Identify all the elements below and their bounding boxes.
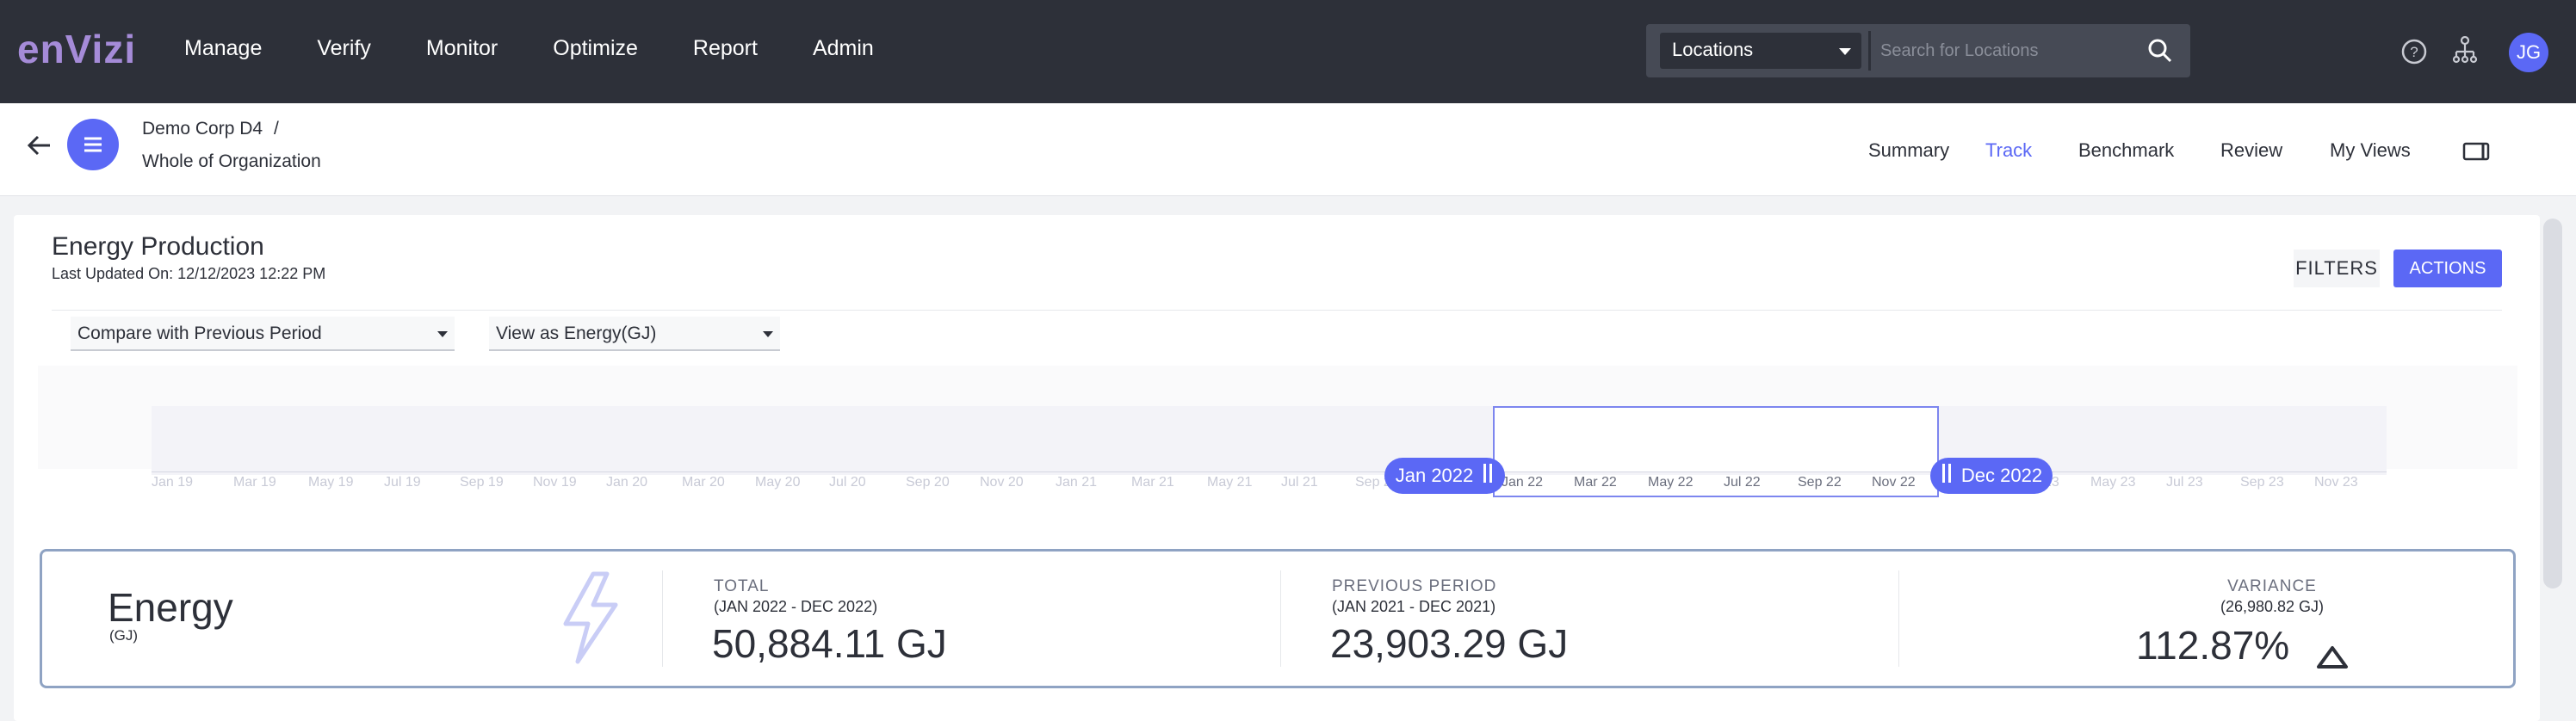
search-icon[interactable] — [2147, 38, 2173, 64]
caret-down-icon — [437, 331, 448, 337]
caret-down-icon — [763, 331, 773, 337]
filters-button[interactable]: FILTERS — [2294, 250, 2380, 287]
metric-unit: (GJ) — [109, 627, 139, 644]
variance-absolute: (26,980.82 GJ) — [2220, 598, 2325, 615]
column-divider — [1898, 570, 1899, 667]
timeline-tick-label: May 20 — [755, 475, 801, 490]
grip-icon — [1941, 464, 1953, 488]
compare-period-value: Compare with Previous Period — [77, 324, 322, 343]
search-input[interactable] — [1880, 36, 2139, 65]
timeline-tick-label: Nov 23 — [2314, 475, 2358, 490]
tab-summary[interactable]: Summary — [1868, 139, 1949, 162]
location-search-bar: Locations — [1646, 24, 2190, 77]
side-panel-icon[interactable] — [2462, 141, 2490, 162]
svg-text:?: ? — [2410, 44, 2418, 60]
compare-period-select[interactable]: Compare with Previous Period — [71, 317, 455, 351]
top-nav: enVizi Manage Verify Monitor Optimize Re… — [0, 0, 2576, 103]
variance-label: VARIANCE — [2227, 577, 2317, 595]
timeline-tick-label: Nov 19 — [533, 475, 577, 490]
range-start-handle[interactable]: Jan 2022 — [1384, 458, 1505, 494]
grip-icon — [1482, 464, 1494, 488]
timeline-tick-label: Mar 20 — [682, 475, 725, 490]
breadcrumb-parent[interactable]: Demo Corp D4 — [142, 119, 263, 139]
location-type-select[interactable]: Locations — [1660, 33, 1861, 69]
menu-item-report[interactable]: Report — [693, 36, 758, 61]
timeline-tick-label: Sep 19 — [460, 475, 504, 490]
up-triangle-icon — [2317, 646, 2348, 669]
breadcrumb-current: Whole of Organization — [142, 151, 321, 171]
report-card: Energy Production Last Updated On: 12/12… — [14, 215, 2540, 721]
header-divider — [52, 310, 2502, 311]
previous-period-value: 23,903.29 GJ — [1330, 621, 1569, 666]
sub-header: Demo Corp D4 / Whole of Organization Sum… — [0, 103, 2576, 196]
timeline-tick-label: Jul 23 — [2166, 475, 2203, 490]
search-divider — [1868, 31, 1871, 71]
timeline-tick-label: Jul 20 — [829, 475, 866, 490]
breadcrumb-separator: / — [274, 119, 279, 139]
timeline-tick-label: Jul 21 — [1281, 475, 1318, 490]
column-divider — [1280, 570, 1281, 667]
user-avatar[interactable]: JG — [2509, 33, 2548, 72]
location-type-value: Locations — [1672, 39, 1754, 60]
timeline-tick-label: Jan 21 — [1056, 475, 1098, 490]
variance-percent: 112.87% — [2136, 623, 2290, 668]
energy-summary: Energy (GJ) TOTAL (JAN 2022 - DEC 2022) … — [40, 549, 2516, 688]
page-title: Energy Production — [52, 232, 264, 261]
org-hierarchy-icon[interactable] — [2452, 36, 2478, 64]
timeline-tick-label: May 21 — [1207, 475, 1253, 490]
timeline-tick-label: Jan 19 — [152, 475, 194, 490]
previous-period-label: PREVIOUS PERIOD — [1332, 577, 1497, 595]
timeline-tick-label: May 19 — [308, 475, 354, 490]
menu-item-verify[interactable]: Verify — [317, 36, 371, 61]
tab-track[interactable]: Track — [1985, 139, 2032, 162]
timeline-tick-label: Jan 20 — [606, 475, 648, 490]
menu-item-optimize[interactable]: Optimize — [553, 36, 638, 61]
total-label: TOTAL — [714, 577, 770, 595]
timeline-tick-label: May 23 — [2090, 475, 2136, 490]
menu-item-monitor[interactable]: Monitor — [426, 36, 498, 61]
tab-my-views[interactable]: My Views — [2330, 139, 2411, 162]
metric-title: Energy — [108, 585, 233, 630]
menu-item-manage[interactable]: Manage — [184, 36, 262, 61]
help-icon[interactable]: ? — [2400, 38, 2428, 65]
tab-benchmark[interactable]: Benchmark — [2078, 139, 2174, 162]
range-end-label: Dec 2022 — [1960, 465, 2043, 486]
page-scrollbar[interactable] — [2543, 219, 2562, 589]
view-unit-select[interactable]: View as Energy(GJ) — [489, 317, 780, 351]
location-menu-button[interactable] — [67, 119, 119, 170]
back-arrow-icon[interactable] — [26, 132, 53, 158]
timeline-tick-label: Mar 21 — [1131, 475, 1174, 490]
timeline-tick-label: Jul 19 — [384, 475, 421, 490]
view-unit-value: View as Energy(GJ) — [496, 324, 657, 343]
range-end-handle[interactable]: Dec 2022 — [1930, 458, 2053, 494]
previous-period-range: (JAN 2021 - DEC 2021) — [1332, 598, 1496, 615]
timeline-band[interactable] — [152, 406, 2387, 475]
lightning-bolt-icon — [563, 571, 618, 664]
timeline-tick-label: Sep 20 — [906, 475, 950, 490]
menu-item-admin[interactable]: Admin — [813, 36, 874, 61]
hamburger-icon — [84, 137, 102, 152]
last-updated-text: Last Updated On: 12/12/2023 12:22 PM — [52, 265, 326, 282]
tab-review[interactable]: Review — [2220, 139, 2282, 162]
column-divider — [662, 570, 663, 667]
total-period: (JAN 2022 - DEC 2022) — [714, 598, 878, 615]
selected-range-box[interactable] — [1493, 406, 1939, 497]
timeline-tick-label: Nov 20 — [980, 475, 1024, 490]
timeline-tick-label: Sep 23 — [2240, 475, 2284, 490]
total-value: 50,884.11 GJ — [712, 621, 947, 666]
timeline-tick-label: Mar 19 — [233, 475, 276, 490]
caret-down-icon — [1839, 48, 1851, 55]
main-menu: Manage Verify Monitor Optimize Report Ad… — [184, 36, 929, 61]
envizi-logo[interactable]: enVizi — [17, 26, 136, 72]
actions-button[interactable]: ACTIONS — [2393, 250, 2502, 287]
range-start-label: Jan 2022 — [1395, 465, 1474, 486]
